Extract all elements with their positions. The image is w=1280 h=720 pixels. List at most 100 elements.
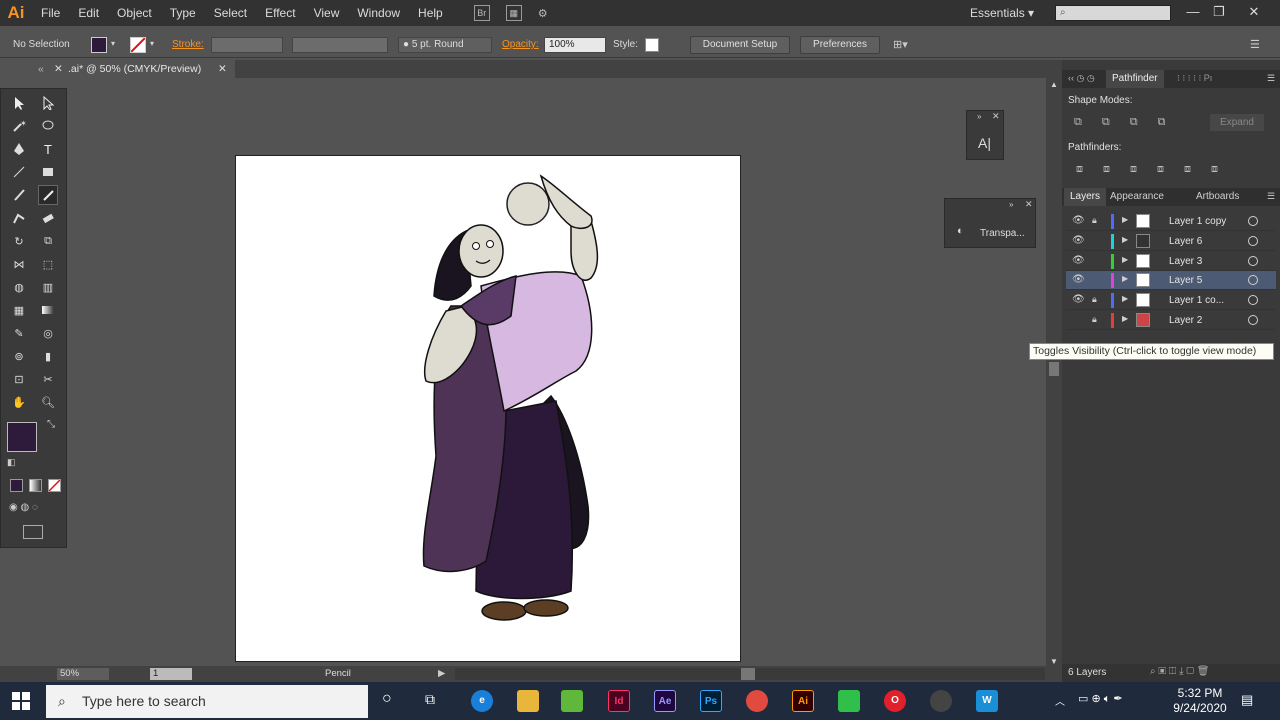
column-graph-tool-icon[interactable]: ▮ <box>38 346 58 366</box>
expand-layer-icon[interactable]: ▶ <box>1122 215 1128 224</box>
scroll-thumb[interactable] <box>1049 362 1059 376</box>
stroke-dropdown-icon[interactable]: ▾ <box>150 39 154 48</box>
perspective-grid-tool-icon[interactable]: ▥ <box>38 277 58 297</box>
lock-icon[interactable]: 🔒︎ <box>1092 294 1097 305</box>
rectangle-tool-icon[interactable] <box>38 162 58 182</box>
fill-color-swatch[interactable] <box>7 422 37 452</box>
close-window-button[interactable]: ✕ <box>1239 2 1269 22</box>
blend-tool-icon[interactable]: ◎ <box>38 323 58 343</box>
illustrator-icon[interactable]: Ai <box>792 690 814 712</box>
outline-icon[interactable]: ⧈ <box>1184 163 1191 176</box>
h-scroll-thumb[interactable] <box>741 668 755 680</box>
layer-row[interactable]: 👁︎ 🔒︎ ▶ Layer 1 co... <box>1066 291 1276 310</box>
tray-icons[interactable]: ▭ ⊕ 🔈︎ ✒ <box>1078 692 1123 706</box>
arrange-documents-icon[interactable]: ▦ <box>505 5 522 21</box>
layer-row[interactable]: 👁︎ 🔒︎ ▶ Layer 1 copy <box>1066 212 1276 231</box>
eraser-tool-icon[interactable] <box>38 208 58 228</box>
cortana-icon[interactable]: ○ <box>382 690 392 708</box>
artboard-tool-icon[interactable]: ⊡ <box>9 369 29 389</box>
swap-fill-stroke-icon[interactable]: ⤡ <box>47 419 55 430</box>
other-panel-tabs[interactable]: ⁝ ⁝ ⁝ ⁝ ⁝ Pı <box>1177 73 1212 84</box>
menu-help[interactable]: Help <box>409 0 452 26</box>
after-effects-icon[interactable]: Ae <box>654 690 676 712</box>
lock-icon[interactable]: 🔒︎ <box>1092 314 1097 325</box>
workspace-switcher[interactable]: Essentials ▾ <box>970 6 1034 20</box>
tab-close-icon[interactable]: ✕ <box>218 60 227 78</box>
panel-icons-row[interactable]: ‹‹ ◷ ◷ <box>1068 73 1095 84</box>
gradient-tool-icon[interactable] <box>38 300 58 320</box>
search-input[interactable]: ⌕ <box>1055 5 1171 21</box>
style-swatch[interactable] <box>645 38 659 52</box>
expand-button[interactable]: Expand <box>1210 114 1264 131</box>
crop-icon[interactable]: ⧈ <box>1157 163 1164 176</box>
opacity-label[interactable]: Opacity: <box>502 39 539 50</box>
layer-name[interactable]: Layer 1 copy <box>1169 216 1226 227</box>
target-icon[interactable] <box>1248 256 1258 266</box>
chrome-icon[interactable] <box>746 690 768 712</box>
unite-icon[interactable]: ⧉ <box>1074 116 1082 129</box>
gradient-mode-icon[interactable] <box>29 479 42 492</box>
layer-name[interactable]: Layer 5 <box>1169 275 1202 286</box>
hand-tool-icon[interactable]: ✋ <box>9 392 29 412</box>
expand-layer-icon[interactable]: ▶ <box>1122 274 1128 283</box>
taskbar-clock[interactable]: 5:32 PM 9/24/2020 <box>1170 686 1230 716</box>
shape-builder-tool-icon[interactable]: ◍ <box>9 277 29 297</box>
scroll-up-icon[interactable]: ▲ <box>1050 80 1058 89</box>
target-icon[interactable] <box>1248 315 1258 325</box>
scroll-down-icon[interactable]: ▼ <box>1050 657 1058 666</box>
stroke-weight-field[interactable] <box>211 37 283 53</box>
bridge-button[interactable]: Br <box>473 5 490 21</box>
panel-collapse-icon[interactable]: « <box>38 60 44 78</box>
color-mode-icon[interactable] <box>10 479 23 492</box>
eye-icon[interactable]: 👁︎ <box>1072 215 1085 226</box>
target-icon[interactable] <box>1248 216 1258 226</box>
windows-start-icon[interactable] <box>12 692 30 710</box>
expand-transparency-icon[interactable]: » <box>1009 200 1013 209</box>
menu-type[interactable]: Type <box>161 0 205 26</box>
stroke-swatch[interactable] <box>130 37 146 53</box>
target-icon[interactable] <box>1248 295 1258 305</box>
artboard-navigation-field[interactable]: 1 <box>150 668 192 680</box>
panel-menu-icon[interactable]: ☰ <box>1250 38 1260 51</box>
layer-name[interactable]: Layer 6 <box>1169 236 1202 247</box>
close-mini-panel-icon[interactable]: ✕ <box>992 111 1000 122</box>
none-mode-icon[interactable] <box>48 479 61 492</box>
divide-icon[interactable]: ⧈ <box>1076 163 1083 176</box>
intersect-icon[interactable]: ⧉ <box>1130 116 1138 129</box>
menu-effect[interactable]: Effect <box>256 0 304 26</box>
magic-wand-tool-icon[interactable]: ✶ <box>9 116 29 136</box>
rotate-tool-icon[interactable]: ↻ <box>9 231 29 251</box>
restore-button[interactable]: ❐ <box>1204 2 1234 22</box>
layer-row[interactable]: 👁︎ ▶ Layer 6 <box>1066 232 1276 251</box>
artboard[interactable] <box>235 155 741 662</box>
width-tool-icon[interactable]: ⋈ <box>9 254 29 274</box>
layers-footer-icons[interactable]: ⌕ ▣ ◫ ⤓ ▢ 🗑︎ <box>1150 666 1209 677</box>
lock-icon[interactable]: 🔒︎ <box>1092 215 1097 226</box>
merge-icon[interactable]: ⧈ <box>1130 163 1137 176</box>
expand-panel-icon[interactable]: » <box>977 112 981 121</box>
menu-edit[interactable]: Edit <box>69 0 108 26</box>
shaper-tool-icon[interactable] <box>9 208 29 228</box>
taskbar-search-input[interactable]: ⌕ Type here to search <box>46 685 368 718</box>
document-tab[interactable]: « ✕ .ai* @ 50% (CMYK/Preview) ✕ <box>0 60 235 78</box>
current-tool-status[interactable]: Pencil <box>325 668 351 679</box>
direct-selection-tool-icon[interactable] <box>38 93 58 113</box>
eye-icon[interactable]: 👁︎ <box>1072 274 1085 285</box>
menu-object[interactable]: Object <box>108 0 161 26</box>
character-panel-button[interactable]: A| <box>978 135 991 151</box>
obs-icon[interactable] <box>930 690 952 712</box>
tab-appearance[interactable]: Appearance <box>1104 188 1170 206</box>
eye-icon[interactable]: 👁︎ <box>1072 235 1085 246</box>
selection-tool-icon[interactable] <box>9 93 29 113</box>
eyedropper-tool-icon[interactable]: ✎ <box>9 323 29 343</box>
edge-icon[interactable]: e <box>471 690 493 712</box>
target-icon[interactable] <box>1248 275 1258 285</box>
horizontal-scrollbar[interactable] <box>455 668 1045 680</box>
exclude-icon[interactable]: ⧉ <box>1158 116 1166 129</box>
zoom-field[interactable]: 50% <box>57 668 109 680</box>
draw-normal-icon[interactable]: ◉ ◍ ◌ <box>9 502 38 513</box>
menu-file[interactable]: File <box>32 0 69 26</box>
pen-tool-icon[interactable] <box>9 139 29 159</box>
paintbrush-tool-icon[interactable] <box>9 185 29 205</box>
line-tool-icon[interactable] <box>9 162 29 182</box>
